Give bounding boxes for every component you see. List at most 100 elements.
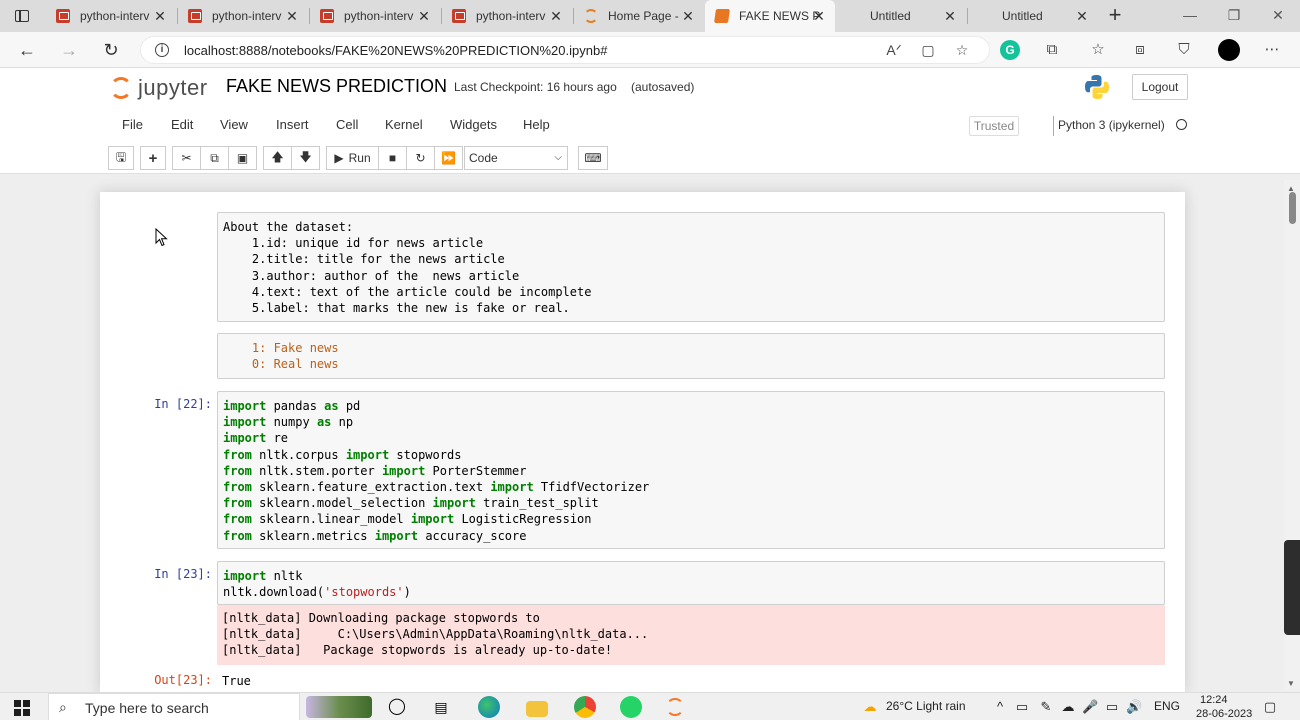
more-icon[interactable]: ⋯	[1262, 40, 1282, 60]
trusted-indicator[interactable]: Trusted	[969, 116, 1019, 136]
taskbar-search-input[interactable]: ⌕ Type here to search	[48, 693, 300, 720]
clock-time[interactable]: 12:24	[1200, 694, 1228, 706]
pen-icon[interactable]: ✎	[1038, 699, 1054, 715]
markdown-cell-source: 1: Fake news 0: Real news	[223, 341, 339, 372]
run-label: Run	[348, 151, 371, 165]
close-tab-icon[interactable]: ✕	[811, 8, 827, 24]
chrome-icon[interactable]	[574, 696, 596, 718]
close-tab-icon[interactable]: ✕	[942, 8, 958, 24]
notifications-icon[interactable]: ▢	[1262, 699, 1278, 715]
reader-view-icon[interactable]: ▢	[919, 42, 937, 59]
profile-avatar[interactable]	[1218, 39, 1240, 61]
menu-widgets[interactable]: Widgets	[450, 117, 497, 132]
search-highlight-image[interactable]	[306, 696, 372, 718]
read-aloud-icon[interactable]: Aᐟ	[885, 42, 903, 59]
task-view-icon[interactable]: ◯	[386, 696, 408, 718]
edge-browser-icon[interactable]	[478, 696, 500, 718]
close-window-icon[interactable]: ✕	[1256, 0, 1300, 32]
python-logo-icon	[1085, 75, 1109, 99]
input-language[interactable]: ENG	[1154, 699, 1180, 713]
run-button[interactable]: ▶ Run	[326, 146, 379, 170]
copy-icon[interactable]: ⧉	[200, 146, 229, 170]
clock-date[interactable]: 28-06-2023	[1196, 708, 1252, 720]
windows-taskbar: ⌕ Type here to search ◯ ▤ ☁ 26°C Light r…	[0, 692, 1300, 720]
side-panel-handle[interactable]	[1284, 540, 1300, 635]
move-up-icon[interactable]: 🡅	[263, 146, 292, 170]
code-cell[interactable]: import pandas as pd import numpy as np i…	[217, 391, 1165, 549]
favorites-icon[interactable]: ☆	[1088, 40, 1108, 60]
insert-cell-icon[interactable]: +	[140, 146, 166, 170]
weather-text[interactable]: 26°C Light rain	[886, 699, 966, 713]
close-tab-icon[interactable]: ✕	[680, 8, 696, 24]
menu-edit[interactable]: Edit	[171, 117, 193, 132]
close-tab-icon[interactable]: ✕	[284, 8, 300, 24]
close-tab-icon[interactable]: ✕	[416, 8, 432, 24]
markdown-cell[interactable]: 1: Fake news 0: Real news	[217, 333, 1165, 379]
browser-tab[interactable]: Untitled ✕	[968, 0, 1098, 32]
jupyter-wordmark: jupyter	[138, 75, 208, 100]
grammarly-icon[interactable]: G	[1000, 40, 1020, 60]
meet-now-icon[interactable]: ▭	[1014, 699, 1030, 715]
scroll-down-icon[interactable]: ▼	[1287, 679, 1295, 688]
interrupt-icon[interactable]: ■	[378, 146, 407, 170]
code-cell[interactable]: import nltk nltk.download('stopwords')	[217, 561, 1165, 605]
save-icon[interactable]: 🖫	[108, 146, 134, 170]
cell-type-value: Code	[469, 151, 498, 165]
tab-actions-icon[interactable]	[8, 6, 36, 26]
menu-help[interactable]: Help	[523, 117, 550, 132]
url-text: localhost:8888/notebooks/FAKE%20NEWS%20P…	[184, 43, 608, 58]
new-tab-icon[interactable]: +	[1104, 4, 1126, 27]
browser-tab[interactable]: python-interv ✕	[442, 0, 572, 32]
restart-icon[interactable]: ↻	[406, 146, 435, 170]
browser-tab[interactable]: python-interv ✕	[46, 0, 176, 32]
menu-kernel[interactable]: Kernel	[385, 117, 423, 132]
favorite-star-icon[interactable]: ☆	[953, 42, 971, 59]
minimize-icon[interactable]: —	[1168, 0, 1212, 32]
scrollbar-thumb[interactable]	[1289, 192, 1296, 224]
whatsapp-icon[interactable]	[620, 696, 642, 718]
cell-type-select[interactable]: Code ⌵	[464, 146, 568, 170]
browser-tab[interactable]: Untitled ✕	[836, 0, 966, 32]
widgets-icon[interactable]: ▤	[430, 696, 452, 718]
command-palette-icon[interactable]: ⌨	[578, 146, 608, 170]
kernel-name[interactable]: Python 3 (ipykernel)	[1058, 118, 1165, 132]
browser-tab[interactable]: Home Page - ✕	[574, 0, 704, 32]
site-info-icon[interactable]: i	[155, 43, 169, 57]
menu-cell[interactable]: Cell	[336, 117, 358, 132]
browser-tab-active[interactable]: FAKE NEWS P ✕	[705, 0, 835, 32]
jupyter-logo[interactable]: jupyter	[110, 75, 208, 101]
markdown-cell[interactable]: About the dataset: 1.id: unique id for n…	[217, 212, 1165, 322]
close-tab-icon[interactable]: ✕	[1074, 8, 1090, 24]
move-down-icon[interactable]: 🡇	[291, 146, 320, 170]
show-hidden-icons-icon[interactable]: ^	[992, 699, 1008, 714]
file-explorer-icon[interactable]	[526, 701, 548, 717]
onedrive-icon[interactable]: ☁	[1060, 699, 1076, 715]
paste-icon[interactable]: ▣	[228, 146, 257, 170]
browser-tab[interactable]: python-interv ✕	[178, 0, 308, 32]
logout-button[interactable]: Logout	[1132, 74, 1188, 100]
jupyter-app-icon[interactable]	[666, 698, 684, 716]
close-tab-icon[interactable]: ✕	[548, 8, 564, 24]
url-field[interactable]: i localhost:8888/notebooks/FAKE%20NEWS%2…	[140, 36, 990, 64]
forward-icon[interactable]: →	[56, 38, 82, 62]
extensions-icon[interactable]: ⧉	[1042, 40, 1062, 60]
restore-icon[interactable]: ❐	[1212, 0, 1256, 32]
notebook-name[interactable]: FAKE NEWS PREDICTION	[226, 76, 447, 97]
battery-icon[interactable]: ▭	[1104, 699, 1120, 715]
menu-file[interactable]: File	[122, 117, 143, 132]
microphone-icon[interactable]: 🎤	[1082, 699, 1098, 715]
windows-start-icon[interactable]	[14, 700, 30, 716]
collections-icon[interactable]: ⧈	[1130, 40, 1150, 60]
browser-tab[interactable]: python-interv ✕	[310, 0, 440, 32]
shield-icon[interactable]: ⛉	[1174, 40, 1194, 60]
pdf-icon	[320, 9, 334, 23]
refresh-icon[interactable]: ↻	[98, 38, 124, 62]
cut-icon[interactable]: ✂	[172, 146, 201, 170]
jupyter-header: jupyter FAKE NEWS PREDICTION Last Checkp…	[0, 68, 1300, 174]
restart-run-all-icon[interactable]: ⏩	[434, 146, 463, 170]
back-icon[interactable]: ←	[14, 38, 40, 62]
close-tab-icon[interactable]: ✕	[152, 8, 168, 24]
menu-insert[interactable]: Insert	[276, 117, 309, 132]
volume-icon[interactable]: 🔊	[1126, 699, 1142, 715]
menu-view[interactable]: View	[220, 117, 248, 132]
